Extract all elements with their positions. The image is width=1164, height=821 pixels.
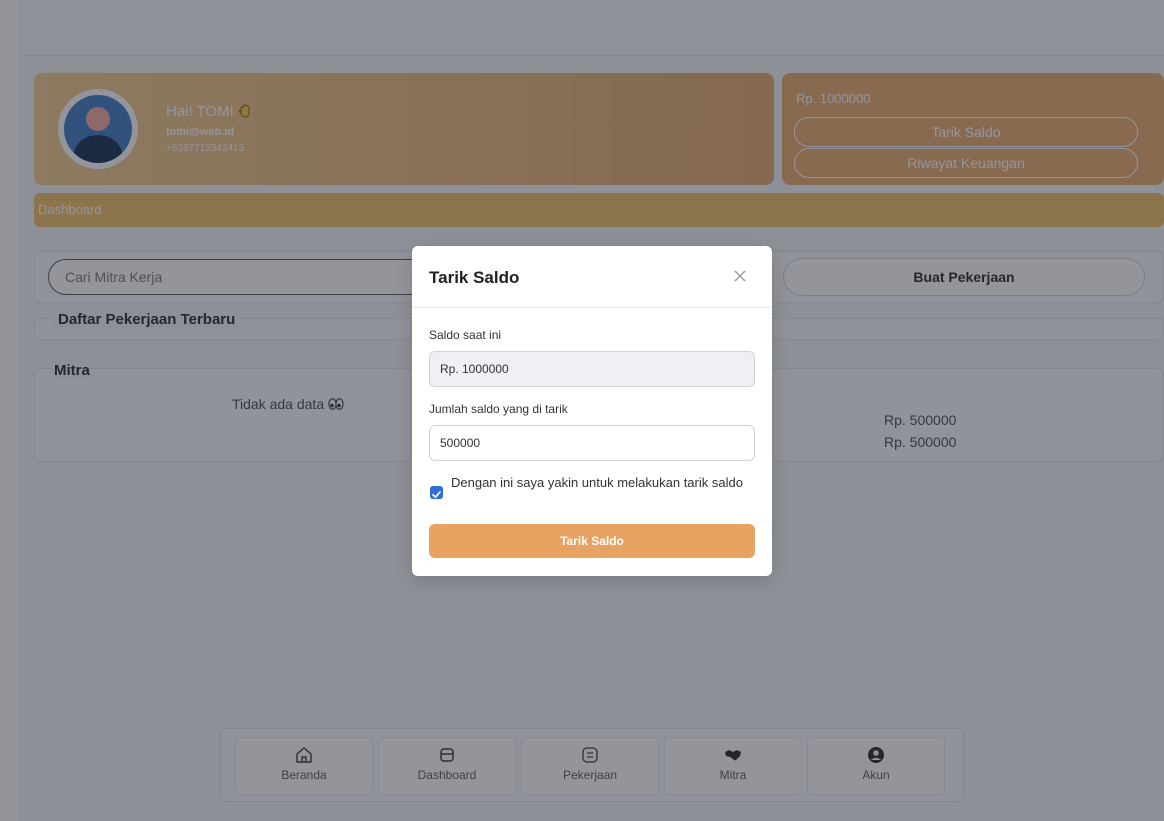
tarik-saldo-modal: Tarik Saldo Saldo saat ini Jumlah saldo … — [412, 246, 772, 576]
confirm-checkbox[interactable] — [430, 486, 443, 499]
current-balance-label: Saldo saat ini — [429, 328, 502, 342]
confirm-label: Dengan ini saya yakin untuk melakukan ta… — [451, 475, 743, 490]
withdraw-amount-field[interactable] — [429, 425, 755, 461]
current-balance-field — [429, 351, 755, 387]
withdraw-amount-label: Jumlah saldo yang di tarik — [429, 402, 568, 416]
modal-title: Tarik Saldo — [429, 268, 520, 287]
close-icon[interactable] — [730, 266, 750, 286]
submit-tarik-saldo-button[interactable]: Tarik Saldo — [429, 524, 755, 558]
modal-header: Tarik Saldo — [412, 246, 772, 308]
check-icon — [432, 491, 441, 499]
